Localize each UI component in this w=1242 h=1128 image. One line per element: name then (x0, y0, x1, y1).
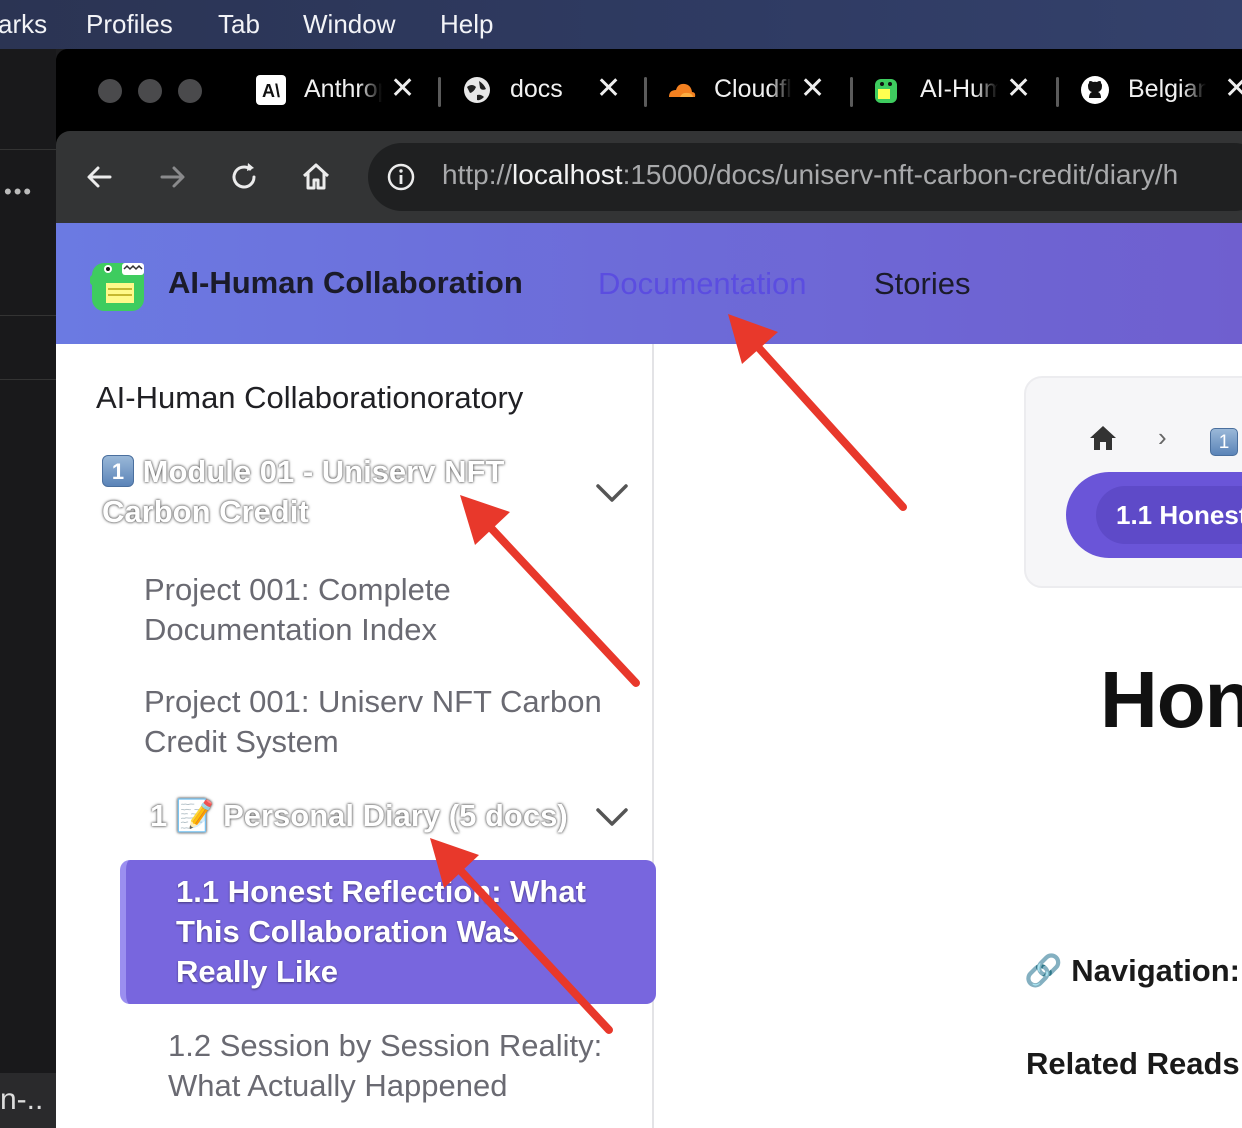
breadcrumb-current-label: 1.1 Honest (1116, 500, 1242, 530)
more-icon[interactable]: ••• (4, 179, 33, 205)
site-navbar: AI-Human Collaboration Documentation Sto… (56, 223, 1242, 344)
browser-window: A\ Anthropic ✕ docs ✕ Cloudflare ✕ (56, 49, 1242, 1128)
sidebar-link-documentation-index[interactable]: Project 001: Complete Documentation Inde… (144, 570, 564, 650)
github-icon (1081, 76, 1109, 104)
chevron-down-icon[interactable] (594, 482, 630, 504)
sidebar-link-session-reality[interactable]: 1.2 Session by Session Reality: What Act… (168, 1026, 638, 1106)
doc-main-content: › 1 1.1 Honest Hon 🔗 Navigation: Related… (656, 344, 1242, 1128)
tab-separator (1056, 77, 1059, 107)
tab-strip: A\ Anthropic ✕ docs ✕ Cloudflare ✕ (56, 49, 1242, 131)
tab-separator (850, 77, 853, 107)
sidebar-title[interactable]: AI-Human Collaborationoratory (96, 380, 523, 416)
sidebar-link-carbon-credit-system[interactable]: Project 001: Uniserv NFT Carbon Credit S… (144, 682, 644, 762)
back-arrow-icon[interactable] (80, 157, 120, 197)
tab-anthropic[interactable]: A\ Anthropic ✕ (256, 63, 426, 117)
sidebar-category-module-01[interactable]: 1 Module 01 - Uniserv NFT Carbon Credit (102, 452, 542, 532)
breadcrumb-separator: › (1158, 422, 1167, 452)
tab-title: Anthropic (304, 75, 382, 103)
zoom-window-button[interactable] (178, 79, 202, 103)
menu-tab[interactable]: Tab (218, 9, 260, 40)
docs-sidebar: AI-Human Collaborationoratory 1 Module 0… (56, 344, 656, 1128)
site-brand-title[interactable]: AI-Human Collaboration (168, 265, 523, 301)
tab-title: Cloudflare (714, 75, 792, 103)
tab-separator (438, 77, 441, 107)
home-icon[interactable] (1088, 424, 1118, 452)
tab-close-icon[interactable]: ✕ (390, 71, 415, 106)
nav-link-documentation[interactable]: Documentation (598, 266, 807, 302)
tab-close-icon[interactable]: ✕ (1006, 71, 1031, 106)
tab-close-icon[interactable]: ✕ (800, 71, 825, 106)
docusaurus-dino-logo-icon[interactable] (88, 253, 152, 313)
home-icon[interactable] (296, 157, 336, 197)
forward-arrow-icon[interactable] (152, 157, 192, 197)
browser-toolbar: http://localhost:15000/docs/uniserv-nft-… (56, 131, 1242, 223)
url-text[interactable]: http://localhost:15000/docs/uniserv-nft-… (442, 159, 1178, 191)
site-info-icon[interactable] (386, 162, 416, 192)
background-app-window: ••• n-.. (0, 49, 56, 1128)
sidebar-item-label: 1.1 Honest Reflection: What This Collabo… (176, 874, 586, 989)
tab-close-icon[interactable]: ✕ (596, 71, 621, 106)
divider (0, 149, 56, 150)
docusaurus-dino-icon (875, 79, 897, 103)
tab-github[interactable]: Belgian ✕ (1080, 63, 1242, 117)
menu-window[interactable]: Window (303, 9, 395, 40)
tab-title: AI-Human Collaboration (920, 75, 998, 103)
breadcrumb-current: 1.1 Honest (1066, 472, 1242, 558)
reload-icon[interactable] (224, 157, 264, 197)
menu-profiles[interactable]: Profiles (86, 9, 173, 40)
tab-title: docs (510, 75, 563, 103)
divider (0, 379, 56, 380)
macos-menu-bar: arks Profiles Tab Window Help (0, 0, 1242, 49)
navigation-heading: 🔗 Navigation: (1024, 953, 1241, 988)
address-bar[interactable]: http://localhost:15000/docs/uniserv-nft-… (368, 143, 1242, 211)
number-one-badge-icon: 1 (102, 455, 134, 487)
terminal-tab[interactable]: n-.. (0, 1073, 56, 1128)
nav-link-stories[interactable]: Stories (874, 266, 970, 302)
cloudflare-logo-icon (669, 83, 696, 97)
breadcrumb: › 1 1.1 Honest (1024, 376, 1242, 588)
minimize-window-button[interactable] (138, 79, 162, 103)
tab-title: Belgian (1128, 75, 1206, 103)
svg-text:A\: A\ (262, 81, 280, 101)
web-page: AI-Human Collaboration Documentation Sto… (56, 223, 1242, 1128)
sidebar-item-active[interactable]: 1.1 Honest Reflection: What This Collabo… (120, 860, 656, 1004)
tab-ai-human[interactable]: AI-Human Collaboration ✕ (872, 63, 1042, 117)
anthropic-logo-icon: A\ (256, 75, 286, 105)
tab-cloudflare[interactable]: Cloudflare ✕ (666, 63, 836, 117)
page-title: Hon (1100, 655, 1242, 744)
globe-icon (464, 77, 490, 103)
divider (0, 315, 56, 316)
menu-help[interactable]: Help (440, 9, 493, 40)
tab-close-icon[interactable]: ✕ (1224, 71, 1242, 106)
related-reads-heading: Related Reads (1026, 1046, 1240, 1081)
number-one-badge-icon[interactable]: 1 (1210, 428, 1238, 456)
tab-separator (644, 77, 647, 107)
menu-bookmarks[interactable]: arks (0, 9, 47, 40)
close-window-button[interactable] (98, 79, 122, 103)
sidebar-category-label: Module 01 - Uniserv NFT Carbon Credit (102, 454, 505, 529)
chevron-down-icon[interactable] (594, 806, 630, 828)
tab-docs[interactable]: docs ✕ (462, 63, 632, 117)
sidebar-category-personal-diary[interactable]: 1 📝 Personal Diary (5 docs) (150, 797, 568, 834)
